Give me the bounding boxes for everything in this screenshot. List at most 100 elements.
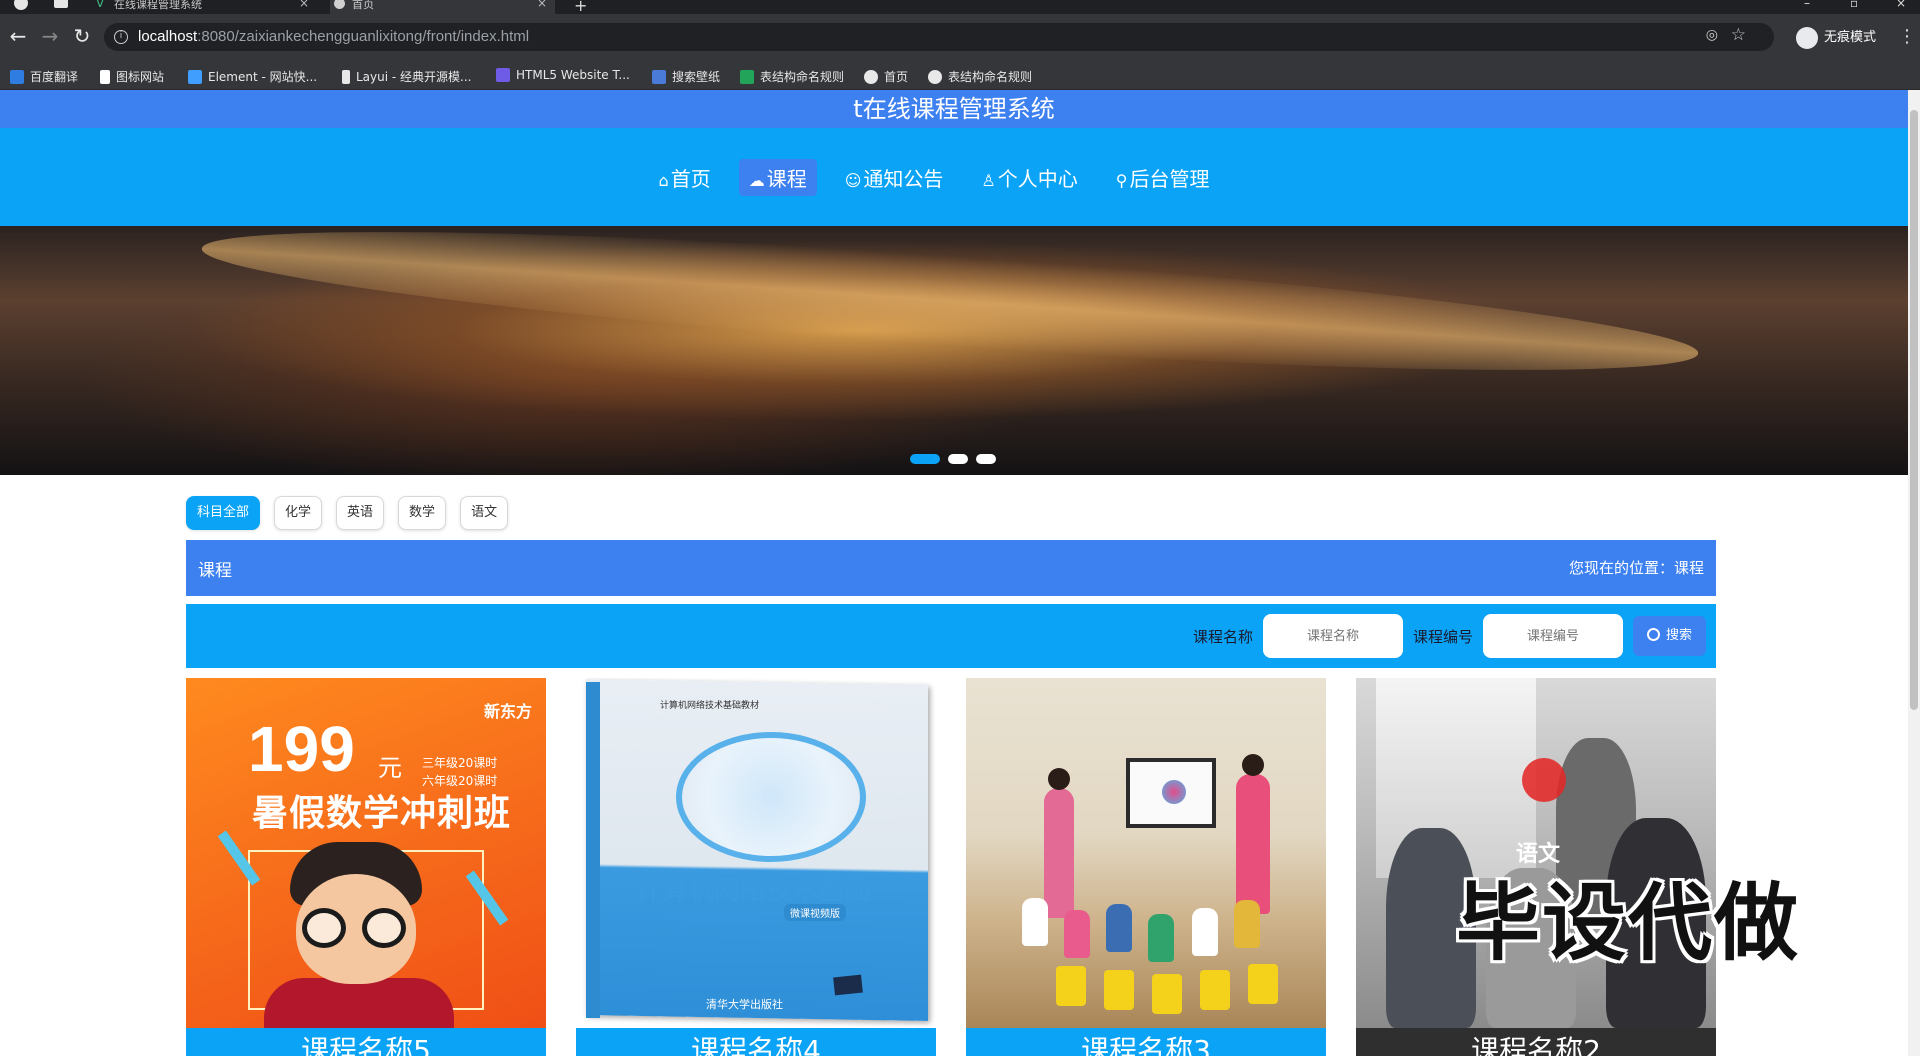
banner-image: [198, 226, 1702, 399]
url-text: localhost:8080/zaixiankechengguanlixiton…: [138, 28, 530, 45]
bookmark-item[interactable]: 表结构命名规则: [928, 68, 1032, 85]
teacher-head: [1242, 754, 1264, 776]
nav-item-home[interactable]: ⌂ 首页: [649, 159, 721, 196]
browser-menu-icon[interactable]: ⋮: [1898, 26, 1916, 47]
search-button[interactable]: 搜索: [1632, 616, 1706, 656]
poster-note: 三年级20课时: [422, 756, 498, 770]
bookmark-star-icon[interactable]: ☆: [1731, 25, 1746, 45]
nav-item-admin[interactable]: ⚲ 后台管理: [1106, 159, 1220, 196]
maximize-button[interactable]: ▫: [1850, 0, 1858, 10]
vue-icon: V: [96, 0, 105, 10]
bookmark-item[interactable]: 搜索壁纸: [652, 68, 720, 85]
course-image: 199 元 新东方 三年级20课时 六年级20课时 暑假数学冲刺班: [186, 678, 546, 1028]
globe-icon: [928, 70, 942, 84]
course-name-input[interactable]: [1262, 614, 1403, 658]
tab-title: 首页: [352, 0, 374, 11]
carousel-dot[interactable]: [948, 454, 968, 464]
home-icon: ⌂: [658, 170, 669, 190]
globe-icon: [864, 70, 878, 84]
sheet-icon: [740, 70, 754, 84]
teacher-head: [1048, 768, 1070, 790]
breadcrumb: 您现在的位置：课程: [1568, 559, 1704, 577]
tab-close-icon[interactable]: ×: [299, 0, 309, 9]
bookmark-icon: [10, 70, 24, 84]
chair-illustration: [1056, 966, 1086, 1006]
course-card[interactable]: 课程名称3: [966, 678, 1326, 1056]
hero-carousel[interactable]: [0, 226, 1908, 475]
eye-off-icon[interactable]: ◎: [1706, 27, 1718, 43]
chair-illustration: [1200, 970, 1230, 1010]
back-button[interactable]: ←: [6, 24, 30, 48]
carousel-dot[interactable]: [976, 454, 996, 464]
section-header: 课程 您现在的位置：课程: [186, 540, 1716, 596]
scrollbar-thumb[interactable]: [1910, 110, 1918, 710]
child-illustration: [264, 978, 454, 1028]
incognito-icon: [1796, 26, 1818, 49]
bookmark-item[interactable]: Element - 网站快...: [188, 68, 317, 85]
book-title: 计算机网络技术基础: [636, 876, 871, 906]
link-icon: ⚲: [1115, 170, 1128, 190]
course-code-input[interactable]: [1482, 614, 1623, 658]
notice-icon: ☺: [844, 170, 862, 190]
teacher-illustration: [1044, 788, 1074, 918]
browser-tab-2[interactable]: 首页 ×: [330, 0, 555, 14]
main-navigation: ⌂ 首页 ☁ 课程 ☺ 通知公告 ♙ 个人中心 ⚲ 后台管理: [0, 128, 1908, 226]
close-window-button[interactable]: ×: [1896, 0, 1906, 10]
child-illustration: [1192, 908, 1218, 956]
filter-english[interactable]: 英语: [336, 496, 385, 530]
forward-button[interactable]: →: [38, 24, 62, 48]
child-illustration: [1234, 900, 1260, 948]
bookmark-item[interactable]: HTML5 Website T...: [496, 68, 630, 82]
carousel-dot[interactable]: [910, 454, 940, 464]
screen-graphic: [1162, 780, 1186, 804]
bookmark-item[interactable]: 图标网站: [100, 68, 164, 85]
new-tab-button[interactable]: +: [574, 0, 587, 14]
nav-item-course[interactable]: ☁ 课程: [738, 158, 817, 196]
bookmarks-bar: 百度翻译 图标网站 Element - 网站快... Layui - 经典开源模…: [0, 62, 1920, 90]
bookmark-item[interactable]: 百度翻译: [10, 68, 78, 85]
chip-illustration: [833, 974, 863, 996]
child-illustration: [1106, 904, 1132, 952]
course-card[interactable]: 计算机网络技术基础教材 计算机网络技术基础 微课视频版 清华大学出版社 课程名称…: [576, 678, 936, 1056]
wallpaper-icon: [652, 70, 666, 84]
watermark-text: 毕设代做: [1456, 874, 1801, 972]
course-icon: ☁: [748, 170, 765, 190]
page-scrollbar[interactable]: [1908, 90, 1920, 1056]
course-name: 课程名称2: [1356, 1028, 1716, 1056]
bookmark-item[interactable]: 表结构命名规则: [740, 68, 844, 85]
book-top-note: 计算机网络技术基础教材: [660, 701, 760, 711]
poster-brand: 新东方: [484, 702, 533, 721]
bookmark-item[interactable]: Layui - 经典开源模...: [342, 68, 471, 85]
globe-icon: [334, 0, 345, 9]
reload-button[interactable]: ↻: [70, 24, 94, 48]
nav-item-notice[interactable]: ☺ 通知公告: [835, 159, 954, 196]
carousel-indicators: [910, 454, 996, 464]
course-card[interactable]: 199 元 新东方 三年级20课时 六年级20课时 暑假数学冲刺班 课程名称5: [186, 678, 546, 1056]
bookmark-item[interactable]: 首页: [864, 68, 908, 85]
glasses-illustration: [362, 908, 406, 948]
course-image: 计算机网络技术基础教材 计算机网络技术基础 微课视频版 清华大学出版社: [576, 678, 936, 1028]
tab-close-icon[interactable]: ×: [537, 0, 547, 9]
filter-chinese[interactable]: 语文: [460, 496, 509, 530]
nav-item-profile[interactable]: ♙ 个人中心: [971, 159, 1087, 196]
course-name: 课程名称5: [186, 1028, 546, 1056]
browser-tab-strip: V 在线课程管理系统 × 首页 × + – ▫ ×: [0, 0, 1920, 14]
flag-icon: [100, 70, 110, 84]
course-image: [966, 678, 1326, 1028]
filter-all[interactable]: 科目全部: [186, 496, 261, 530]
site-info-icon[interactable]: i: [114, 30, 128, 44]
filter-math[interactable]: 数学: [398, 496, 447, 530]
book-spine: [586, 682, 600, 1018]
incognito-indicator[interactable]: 无痕模式: [1796, 24, 1876, 52]
poster-headline: 暑假数学冲刺班: [252, 793, 512, 834]
search-panel: 课程名称 课程编号 搜索: [186, 604, 1716, 668]
subject-filter-bar: 科目全部 化学 英语 数学 语文: [186, 496, 509, 530]
tab-title: 在线课程管理系统: [114, 0, 202, 11]
minimize-button[interactable]: –: [1804, 0, 1810, 10]
child-illustration: [1064, 910, 1090, 958]
element-icon: [188, 70, 202, 84]
browser-tab-1[interactable]: V 在线课程管理系统 ×: [92, 0, 317, 14]
glasses-illustration: [302, 908, 346, 948]
filter-chemistry[interactable]: 化学: [274, 496, 323, 530]
url-input[interactable]: i localhost:8080/zaixiankechengguanlixit…: [104, 23, 1774, 51]
